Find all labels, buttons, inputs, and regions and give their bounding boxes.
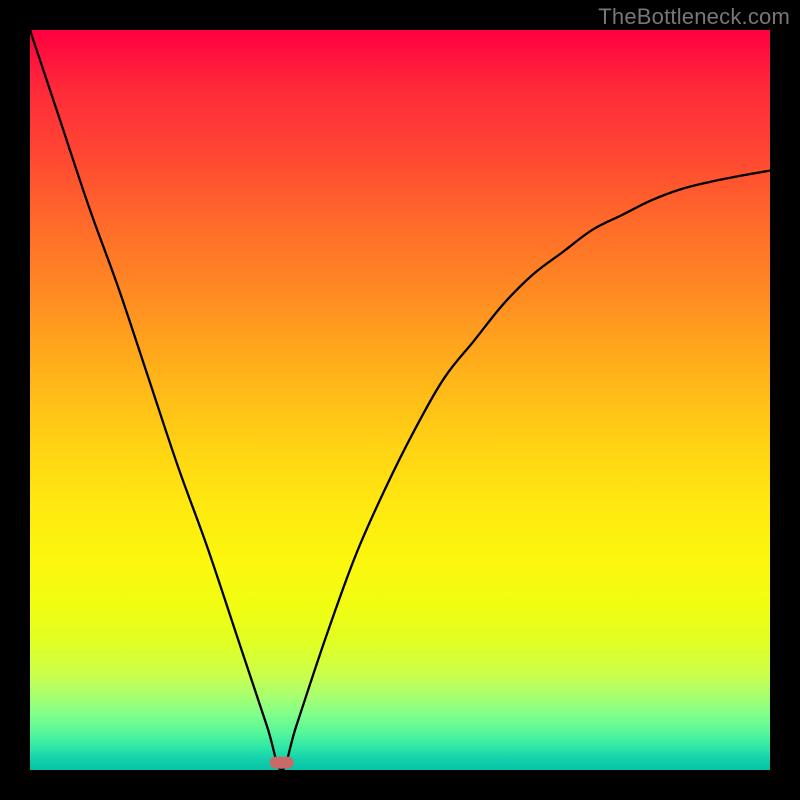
optimal-marker-pill [270, 757, 294, 769]
chart-frame: TheBottleneck.com [0, 0, 800, 800]
bottleneck-curve [30, 30, 770, 770]
optimal-marker [270, 757, 294, 769]
curve-path [30, 30, 770, 770]
plot-area [30, 30, 770, 770]
watermark-text: TheBottleneck.com [598, 4, 790, 30]
curve-layer [30, 30, 770, 770]
